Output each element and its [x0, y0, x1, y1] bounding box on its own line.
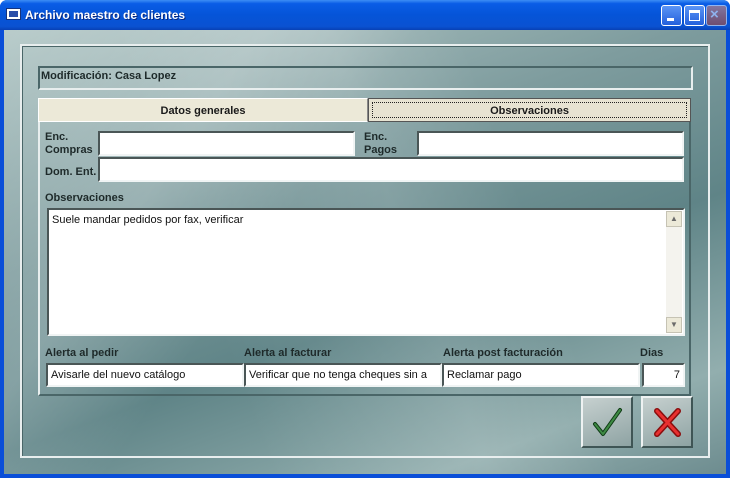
enc-compras-field[interactable]	[98, 131, 355, 156]
app-icon[interactable]	[6, 8, 21, 20]
ok-button[interactable]	[581, 396, 633, 448]
minimize-icon	[667, 18, 674, 21]
enc-compras-label-line1: Enc.	[45, 131, 69, 143]
window-title: Archivo maestro de clientes	[25, 8, 186, 22]
tab-label: Observaciones	[372, 102, 687, 118]
tab-observaciones[interactable]: Observaciones	[368, 98, 691, 122]
alerta-facturar-field[interactable]: Verificar que no tenga cheques sin a	[244, 363, 442, 387]
enc-pagos-label-line1: Enc.	[364, 131, 388, 143]
observaciones-label: Observaciones	[45, 192, 124, 204]
alerta-post-label: Alerta post facturación	[443, 347, 563, 359]
title-bar[interactable]: Archivo maestro de clientes ×	[0, 0, 730, 30]
alerta-post-field[interactable]: Reclamar pago	[442, 363, 640, 387]
app-window: Archivo maestro de clientes × Modificaci…	[0, 0, 730, 478]
dom-ent-label: Dom. Ent.	[45, 166, 97, 178]
observaciones-textarea[interactable]: Suele mandar pedidos por fax, verificar …	[47, 208, 685, 336]
enc-compras-label: Enc. Compras	[45, 131, 93, 157]
observaciones-text: Suele mandar pedidos por fax, verificar	[52, 214, 244, 226]
enc-pagos-label: Enc. Pagos	[364, 131, 397, 157]
close-button[interactable]: ×	[706, 5, 727, 26]
enc-pagos-label-line2: Pagos	[364, 144, 398, 156]
scroll-down-button[interactable]: ▼	[666, 317, 682, 333]
observaciones-scrollbar[interactable]: ▲ ▼	[666, 211, 682, 333]
maximize-button[interactable]	[684, 5, 705, 26]
close-icon: ×	[710, 6, 719, 23]
alerta-pedir-label: Alerta al pedir	[45, 347, 119, 359]
cancel-button[interactable]	[641, 396, 693, 448]
tab-label: Datos generales	[160, 105, 246, 117]
enc-pagos-field[interactable]	[417, 131, 684, 156]
red-x-icon	[654, 408, 681, 437]
dom-ent-field[interactable]	[98, 157, 684, 182]
modification-label: Modificación: Casa Lopez	[41, 70, 177, 82]
checkmark-icon	[593, 408, 622, 436]
client-area: Modificación: Casa Lopez Datos generales…	[4, 30, 726, 474]
alerta-facturar-label: Alerta al facturar	[244, 347, 332, 359]
alerta-pedir-field[interactable]: Avisarle del nuevo catálogo	[46, 363, 244, 387]
minimize-button[interactable]	[661, 5, 682, 26]
maximize-icon	[689, 10, 700, 21]
dias-label: Dias	[640, 347, 664, 359]
enc-compras-label-line2: Compras	[45, 144, 93, 156]
dias-field[interactable]: 7	[642, 363, 685, 387]
tab-datos-generales[interactable]: Datos generales	[38, 98, 368, 122]
scroll-up-button[interactable]: ▲	[666, 211, 682, 227]
